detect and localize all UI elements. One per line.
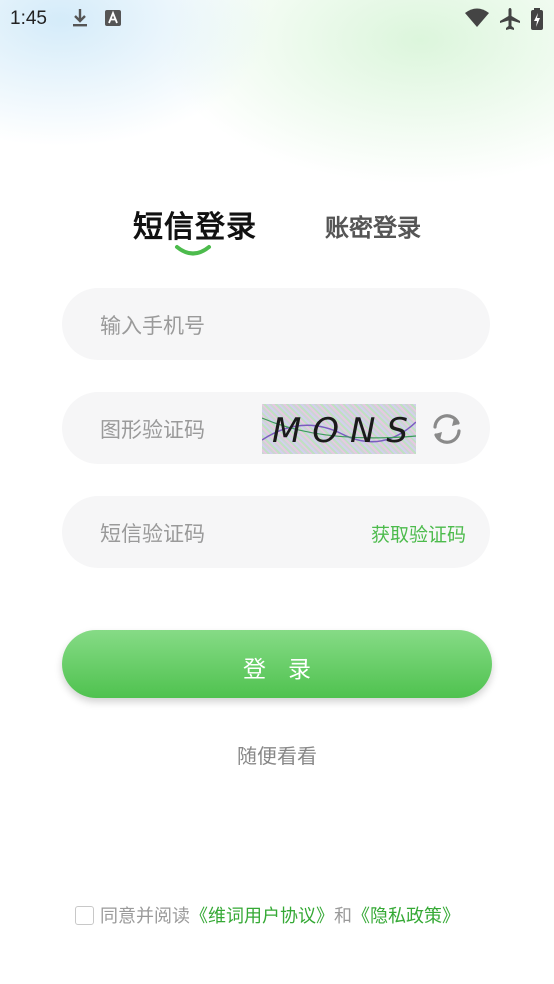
captcha-image[interactable]: MONS <box>262 404 416 454</box>
agreement-row: 同意并阅读 《维词用户协议》 和 《隐私政策》 <box>75 903 460 927</box>
wifi-icon <box>465 8 489 27</box>
accessibility-app-icon <box>105 10 121 26</box>
login-button[interactable]: 登录 <box>62 630 492 698</box>
active-tab-indicator <box>175 245 211 256</box>
agreement-and: 和 <box>334 906 352 927</box>
battery-charging-icon <box>531 8 543 30</box>
user-agreement-link[interactable]: 《维词用户协议》 <box>190 902 334 928</box>
privacy-policy-link[interactable]: 《隐私政策》 <box>352 902 460 928</box>
captcha-input[interactable]: 图形验证码 MONS <box>62 392 490 464</box>
airplane-mode-icon <box>500 8 520 30</box>
login-tabs: 短信登录 账密登录 <box>0 200 554 270</box>
captcha-text: MONS <box>272 411 408 451</box>
sms-code-input[interactable]: 短信验证码 获取验证码 <box>62 496 490 568</box>
phone-placeholder: 输入手机号 <box>100 314 205 338</box>
captcha-drawing: MONS <box>262 411 416 451</box>
status-bar: 1:45 <box>0 0 554 38</box>
sms-code-placeholder: 短信验证码 <box>100 522 205 546</box>
captcha-placeholder: 图形验证码 <box>100 418 205 442</box>
tab-password-login[interactable]: 账密登录 <box>325 208 421 243</box>
download-icon <box>73 9 87 27</box>
agreement-checkbox[interactable] <box>75 905 94 925</box>
tab-sms-login[interactable]: 短信登录 <box>133 202 257 246</box>
phone-input[interactable]: 输入手机号 <box>62 288 490 360</box>
browse-link[interactable]: 随便看看 <box>0 740 554 769</box>
get-code-button[interactable]: 获取验证码 <box>371 520 466 547</box>
status-time: 1:45 <box>10 8 47 29</box>
refresh-captcha-icon[interactable] <box>428 410 466 448</box>
login-button-label: 登录 <box>243 657 333 683</box>
agreement-prefix: 同意并阅读 <box>100 906 190 927</box>
